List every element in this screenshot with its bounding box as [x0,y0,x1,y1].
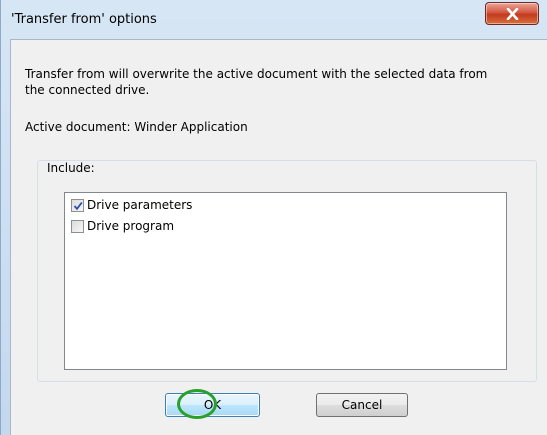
active-document-label: Active document: Winder Application [25,120,248,134]
title-bar[interactable]: 'Transfer from' options [1,0,547,38]
drive-parameters-checkbox[interactable] [71,199,84,212]
dialog-window: 'Transfer from' options Transfer from wi… [0,0,547,435]
highlight-circle [177,389,217,419]
close-button[interactable] [485,2,539,25]
window-title: 'Transfer from' options [11,12,157,27]
message-line-2: the connected drive. [25,83,150,97]
drive-parameters-label: Drive parameters [87,198,193,212]
include-listbox[interactable]: Drive parameters Drive program [64,192,507,370]
checkmark-icon [73,201,83,211]
drive-program-checkbox[interactable] [71,220,84,233]
drive-program-label: Drive program [87,219,175,233]
cancel-button[interactable]: Cancel [316,393,408,417]
include-group-label: Include: [44,161,98,175]
close-icon [506,8,519,20]
message-line-1: Transfer from will overwrite the active … [25,67,488,81]
dialog-body: Transfer from will overwrite the active … [10,39,547,435]
